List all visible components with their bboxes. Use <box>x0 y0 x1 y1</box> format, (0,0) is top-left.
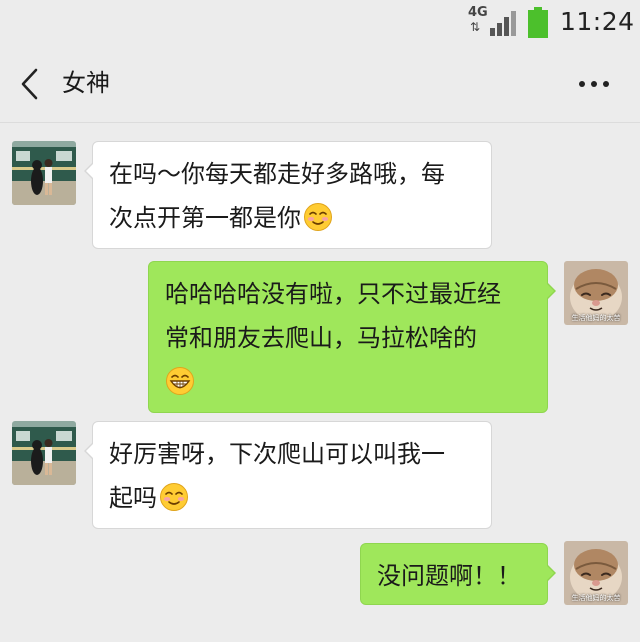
signal-bars-icon <box>490 11 516 36</box>
blushing-smile-emoji <box>159 482 189 512</box>
chevron-left-icon <box>21 68 38 100</box>
chat-title: 女神 <box>62 69 110 97</box>
grinning-emoji <box>165 366 195 396</box>
message-bubble-received[interactable]: 在吗～你每天都走好多路哦，每 次点开第一都是你 <box>84 141 492 249</box>
self-avatar[interactable]: 生活他妈的太苦 <box>564 541 628 605</box>
message-list: 在吗～你每天都走好多路哦，每 次点开第一都是你 生活他妈的太苦 哈哈哈哈没有啦，… <box>0 123 640 642</box>
message-text-line: 没问题啊！！ <box>377 562 521 590</box>
blushing-smile-emoji <box>303 202 333 232</box>
message-bubble-sent[interactable]: 没问题啊！！ <box>360 543 556 605</box>
message-bubble-sent[interactable]: 哈哈哈哈没有啦，只不过最近经 常和朋友去爬山，马拉松啥的 <box>148 261 556 413</box>
status-time: 11:24 <box>560 7 635 36</box>
message-text-line: 起吗 <box>109 484 157 512</box>
contact-avatar[interactable] <box>12 421 76 485</box>
avatar-caption: 生活他妈的太苦 <box>571 594 621 602</box>
message-text-line: 好厉害呀，下次爬山可以叫我一 <box>109 440 445 468</box>
network-activity-icon: ⇅ <box>470 20 481 34</box>
more-button[interactable] <box>572 66 616 102</box>
more-dots-icon <box>579 81 609 87</box>
status-bar: 4G ⇅ 11:24 <box>0 0 640 44</box>
message-bubble-received[interactable]: 好厉害呀，下次爬山可以叫我一 起吗 <box>84 421 492 529</box>
avatar-caption: 生活他妈的太苦 <box>571 314 621 322</box>
chat-header: 女神 <box>0 44 640 123</box>
message-text-line: 次点开第一都是你 <box>109 204 301 232</box>
message-text-line: 在吗～你每天都走好多路哦，每 <box>109 160 445 188</box>
self-avatar[interactable]: 生活他妈的太苦 <box>564 261 628 325</box>
contact-avatar[interactable] <box>12 141 76 205</box>
battery-icon <box>528 7 548 38</box>
message-text-line: 常和朋友去爬山，马拉松啥的 <box>165 324 477 352</box>
message-text-line: 哈哈哈哈没有啦，只不过最近经 <box>165 280 501 308</box>
back-button[interactable] <box>10 62 50 106</box>
network-type-label: 4G <box>468 5 488 20</box>
